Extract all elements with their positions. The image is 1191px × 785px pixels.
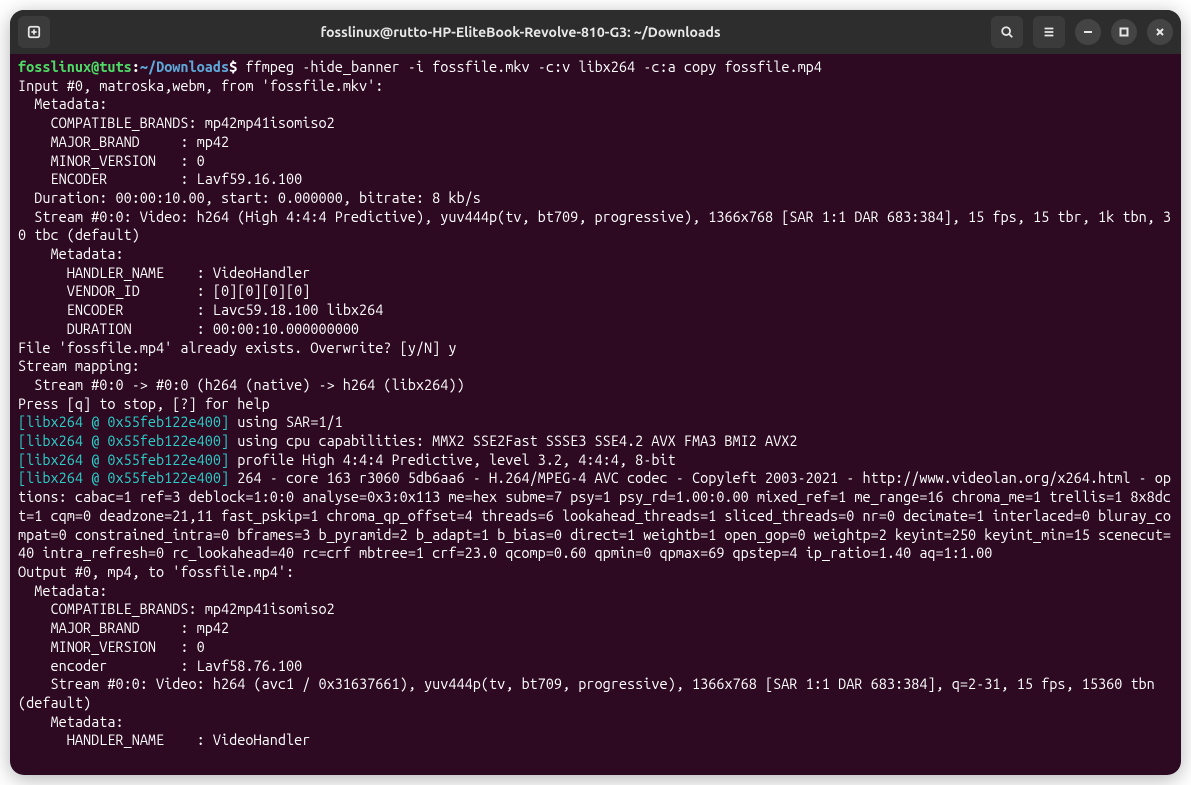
output-line: Duration: 00:00:10.00, start: 0.000000, … xyxy=(18,189,1173,208)
output-line: Input #0, matroska,webm, from 'fossfile.… xyxy=(18,77,1173,96)
output-line: Metadata: xyxy=(18,582,1173,601)
maximize-button[interactable] xyxy=(1111,19,1137,45)
minimize-button[interactable] xyxy=(1075,19,1101,45)
libx264-tag: [libx264 @ 0x55feb122e400] xyxy=(18,413,229,430)
output-line: ENCODER : Lavc59.18.100 libx264 xyxy=(18,301,1173,320)
search-button[interactable] xyxy=(991,16,1023,48)
output-line: [libx264 @ 0x55feb122e400] 264 - core 16… xyxy=(18,469,1173,563)
new-tab-button[interactable] xyxy=(18,16,50,48)
output-line: [libx264 @ 0x55feb122e400] using cpu cap… xyxy=(18,432,1173,451)
output-line: Stream mapping: xyxy=(18,357,1173,376)
output-line: HANDLER_NAME : VideoHandler xyxy=(18,731,1173,750)
output-line: Metadata: xyxy=(18,713,1173,732)
prompt-host: tuts xyxy=(99,58,131,75)
output-line: MINOR_VERSION : 0 xyxy=(18,638,1173,657)
output-line: MAJOR_BRAND : mp42 xyxy=(18,619,1173,638)
prompt-line: fosslinux@tuts:~/Downloads$ ffmpeg -hide… xyxy=(18,58,1173,77)
prompt-path: ~/Downloads xyxy=(140,58,229,75)
output-line: MAJOR_BRAND : mp42 xyxy=(18,133,1173,152)
command-text: ffmpeg -hide_banner -i fossfile.mkv -c:v… xyxy=(245,58,822,75)
terminal-window: fosslinux@rutto-HP-EliteBook-Revolve-810… xyxy=(10,10,1181,775)
output-line: [libx264 @ 0x55feb122e400] profile High … xyxy=(18,451,1173,470)
output-line: COMPATIBLE_BRANDS: mp42mp41isomiso2 xyxy=(18,114,1173,133)
output-line: Press [q] to stop, [?] for help xyxy=(18,395,1173,414)
output-line: VENDOR_ID : [0][0][0][0] xyxy=(18,282,1173,301)
libx264-tag: [libx264 @ 0x55feb122e400] xyxy=(18,469,229,486)
window-title: fosslinux@rutto-HP-EliteBook-Revolve-810… xyxy=(58,24,983,40)
output-line: Metadata: xyxy=(18,245,1173,264)
close-button[interactable] xyxy=(1147,19,1173,45)
titlebar: fosslinux@rutto-HP-EliteBook-Revolve-810… xyxy=(10,10,1181,54)
menu-button[interactable] xyxy=(1033,16,1065,48)
output-line: ENCODER : Lavf59.16.100 xyxy=(18,170,1173,189)
output-line: HANDLER_NAME : VideoHandler xyxy=(18,264,1173,283)
output-line: File 'fossfile.mp4' already exists. Over… xyxy=(18,339,1173,358)
libx264-tag: [libx264 @ 0x55feb122e400] xyxy=(18,432,229,449)
output-line: DURATION : 00:00:10.000000000 xyxy=(18,320,1173,339)
terminal-output[interactable]: fosslinux@tuts:~/Downloads$ ffmpeg -hide… xyxy=(10,54,1181,775)
output-line: Stream #0:0: Video: h264 (High 4:4:4 Pre… xyxy=(18,208,1173,245)
output-line: Output #0, mp4, to 'fossfile.mp4': xyxy=(18,563,1173,582)
prompt-symbol: $ xyxy=(229,58,237,75)
output-line: encoder : Lavf58.76.100 xyxy=(18,657,1173,676)
libx264-tag: [libx264 @ 0x55feb122e400] xyxy=(18,451,229,468)
output-line: Stream #0:0 -> #0:0 (h264 (native) -> h2… xyxy=(18,376,1173,395)
output-line: COMPATIBLE_BRANDS: mp42mp41isomiso2 xyxy=(18,600,1173,619)
output-line: [libx264 @ 0x55feb122e400] using SAR=1/1 xyxy=(18,413,1173,432)
output-line: Metadata: xyxy=(18,95,1173,114)
output-line: Stream #0:0: Video: h264 (avc1 / 0x31637… xyxy=(18,675,1173,712)
output-line: MINOR_VERSION : 0 xyxy=(18,152,1173,171)
prompt-user: fosslinux xyxy=(18,58,91,75)
